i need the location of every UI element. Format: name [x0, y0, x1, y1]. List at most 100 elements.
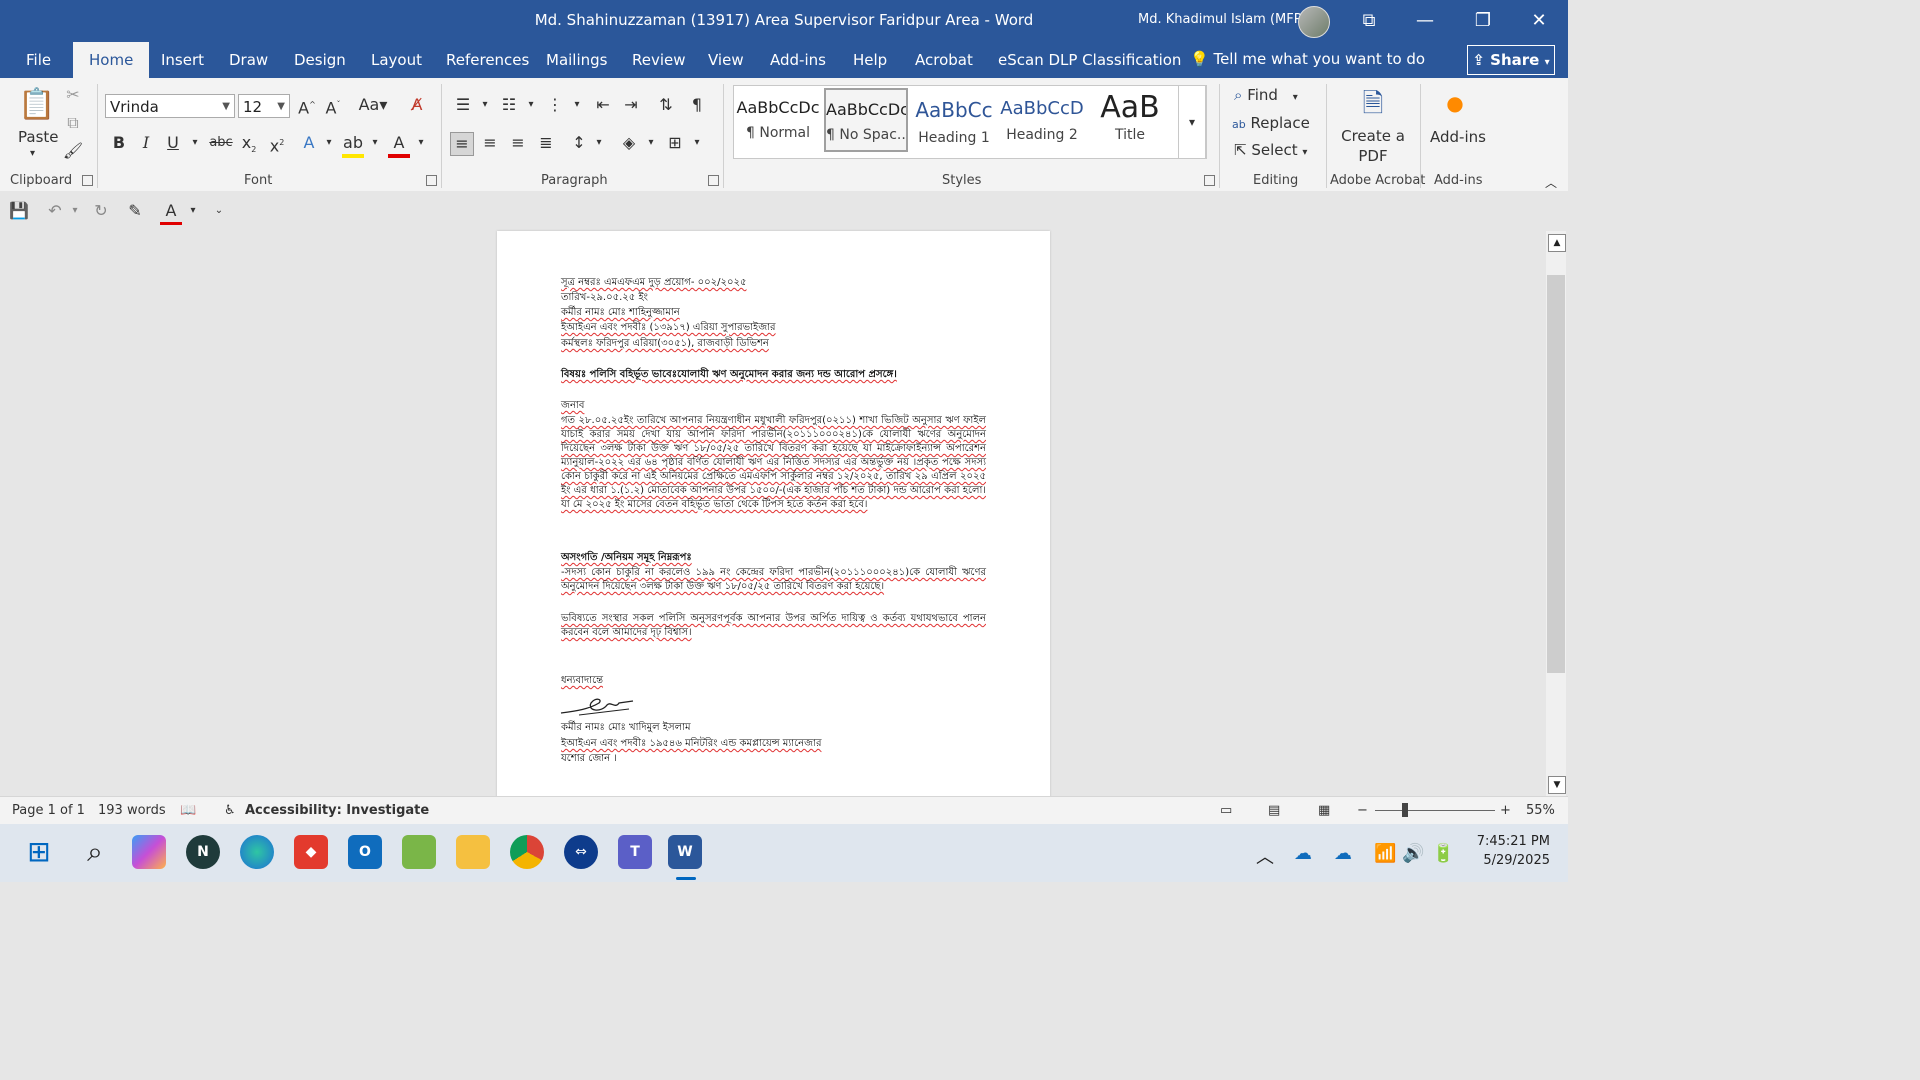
add-ins-button[interactable]: Add-ins: [1430, 128, 1486, 146]
tab-home[interactable]: Home: [73, 42, 150, 78]
teams-icon[interactable]: T: [618, 835, 652, 869]
anydesk-icon[interactable]: ◆: [294, 835, 328, 869]
restore-button[interactable]: ❐: [1460, 4, 1506, 38]
chevron-down-icon[interactable]: ▾: [474, 94, 496, 116]
superscript-icon[interactable]: x2: [266, 132, 288, 155]
tab-acrobat[interactable]: Acrobat: [899, 42, 989, 78]
chevron-up-icon[interactable]: ︿: [1256, 843, 1274, 869]
styles-more-icon[interactable]: ▾: [1178, 85, 1206, 159]
styles-launcher-icon[interactable]: [1204, 175, 1215, 186]
chevron-down-icon[interactable]: ▾: [30, 148, 35, 159]
add-ins-icon[interactable]: ●: [1444, 92, 1466, 114]
borders-icon[interactable]: ⊞: [664, 132, 686, 154]
style-no-spacing[interactable]: AaBbCcDc ¶ No Spac...: [824, 88, 908, 152]
grow-font-icon[interactable]: A^: [296, 94, 318, 117]
line-spacing-icon[interactable]: ↕: [568, 132, 590, 154]
proofing-icon[interactable]: 📖: [180, 803, 196, 818]
text-effects-icon[interactable]: A: [298, 132, 320, 154]
chevron-down-icon[interactable]: ▾: [410, 132, 432, 154]
battery-icon[interactable]: 🔋: [1432, 843, 1454, 864]
justify-icon[interactable]: ≣: [535, 132, 557, 154]
bullets-icon[interactable]: ☰: [452, 94, 474, 116]
zoom-slider[interactable]: [1375, 810, 1495, 811]
increase-indent-icon[interactable]: ⇥: [620, 94, 642, 116]
escan-dlp-classification[interactable]: eScan DLP Classification: [998, 51, 1181, 69]
align-left-icon[interactable]: ≡: [450, 132, 474, 156]
chevron-down-icon[interactable]: ▾: [184, 132, 206, 154]
copy-icon[interactable]: ⧉: [62, 112, 84, 134]
chevron-down-icon[interactable]: ▼: [222, 95, 230, 119]
vertical-scrollbar[interactable]: ▲ ▼: [1546, 231, 1566, 796]
chevron-down-icon[interactable]: ▾: [64, 200, 86, 222]
clock-time[interactable]: 7:45:21 PM: [1470, 834, 1550, 849]
scroll-thumb[interactable]: [1547, 275, 1565, 673]
chevron-down-icon[interactable]: ▾: [566, 94, 588, 116]
chevron-down-icon[interactable]: ▾: [686, 132, 708, 154]
align-center-icon[interactable]: ≡: [479, 132, 501, 154]
page-count[interactable]: Page 1 of 1: [12, 803, 85, 818]
chevron-down-icon[interactable]: ▼: [277, 95, 285, 119]
format-painter-icon[interactable]: 🖌: [62, 140, 84, 162]
app-n-icon[interactable]: N: [186, 835, 220, 869]
show-formatting-icon[interactable]: ¶: [686, 94, 708, 116]
chevron-down-icon[interactable]: ▾: [182, 200, 204, 222]
shading-icon[interactable]: ◈: [618, 132, 640, 154]
close-button[interactable]: ✕: [1516, 4, 1562, 38]
highlight-icon[interactable]: ab: [342, 132, 364, 158]
font-launcher-icon[interactable]: [426, 175, 437, 186]
windows-start-icon[interactable]: ⊞: [22, 835, 56, 869]
style-title[interactable]: AaB Title: [1088, 88, 1172, 152]
select-button[interactable]: ⇱ Select ▾: [1234, 141, 1307, 159]
numbering-icon[interactable]: ☷: [498, 94, 520, 116]
clipboard-launcher-icon[interactable]: [82, 175, 93, 186]
tab-review[interactable]: Review: [616, 42, 702, 78]
word-count[interactable]: 193 words: [98, 803, 166, 818]
tell-me-search[interactable]: 💡 Tell me what you want to do: [1190, 50, 1425, 68]
align-right-icon[interactable]: ≡: [507, 132, 529, 154]
save-icon[interactable]: 💾: [8, 200, 30, 222]
document-page[interactable]: সূত্র নম্বরঃ এমএফএম দুড় প্রয়োগ- ০০২/২০…: [497, 231, 1050, 801]
tab-design[interactable]: Design: [278, 42, 362, 78]
subscript-icon[interactable]: x2: [238, 132, 260, 154]
chevron-down-icon[interactable]: ▾: [520, 94, 542, 116]
web-layout-icon[interactable]: ▦: [1318, 803, 1330, 818]
create-pdf-icon[interactable]: 🗎: [1356, 86, 1390, 122]
create-pdf-button[interactable]: Create a PDF: [1336, 126, 1410, 166]
share-button[interactable]: ⇪ Share ▾: [1467, 45, 1555, 75]
sort-icon[interactable]: ⇅: [655, 94, 677, 116]
outlook-icon[interactable]: O: [348, 835, 382, 869]
change-case-icon[interactable]: Aa▾: [356, 94, 390, 116]
teamviewer-icon[interactable]: ⇔: [564, 835, 598, 869]
app-map-icon[interactable]: [402, 835, 436, 869]
scroll-up-icon[interactable]: ▲: [1548, 234, 1566, 252]
strikethrough-icon[interactable]: abc: [208, 132, 234, 154]
font-size-box[interactable]: 12 ▼: [238, 94, 290, 118]
word-icon[interactable]: W: [668, 835, 702, 869]
copilot-icon[interactable]: [132, 835, 166, 869]
multilevel-list-icon[interactable]: ⋮: [544, 94, 566, 116]
zoom-slider-thumb[interactable]: [1402, 803, 1408, 817]
onedrive-business-icon[interactable]: ☁: [1334, 843, 1352, 864]
paragraph-launcher-icon[interactable]: [708, 175, 719, 186]
wifi-icon[interactable]: 📶: [1374, 843, 1396, 864]
volume-icon[interactable]: 🔊: [1402, 843, 1424, 864]
paste-button[interactable]: Paste: [18, 128, 59, 146]
undo-icon[interactable]: ↶: [44, 200, 66, 222]
tab-insert[interactable]: Insert: [145, 42, 220, 78]
draw-table-icon[interactable]: ✎: [124, 200, 146, 222]
read-mode-icon[interactable]: ▭: [1220, 803, 1232, 818]
file-explorer-icon[interactable]: [456, 835, 490, 869]
chevron-down-icon[interactable]: ▾: [364, 132, 386, 154]
font-name-box[interactable]: Vrinda ▼: [105, 94, 235, 118]
chevron-down-icon[interactable]: ▾: [640, 132, 662, 154]
print-layout-icon[interactable]: ▤: [1268, 803, 1280, 818]
underline-icon[interactable]: U: [162, 132, 184, 154]
replace-button[interactable]: ab Replace: [1232, 114, 1310, 132]
chevron-down-icon[interactable]: ▾: [588, 132, 610, 154]
find-button[interactable]: ⌕ Find ▾: [1234, 86, 1298, 104]
redo-icon[interactable]: ↻: [90, 200, 112, 222]
cut-icon[interactable]: ✂: [62, 84, 84, 106]
customize-qat-icon[interactable]: ⌄: [208, 200, 230, 222]
font-color-icon[interactable]: A: [160, 200, 182, 225]
styles-gallery[interactable]: AaBbCcDc ¶ Normal AaBbCcDc ¶ No Spac... …: [733, 85, 1207, 159]
